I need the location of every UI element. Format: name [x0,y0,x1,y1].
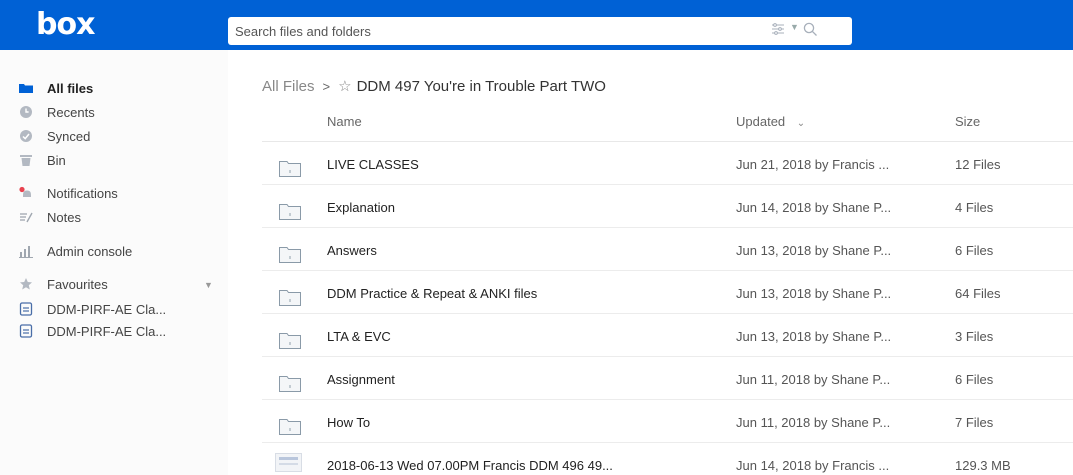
video-thumbnail-icon [275,453,302,472]
item-size: 6 Files [955,372,994,387]
sidebar-item-favourites[interactable]: Favourites [19,273,108,295]
item-name[interactable]: Explanation [327,200,395,215]
item-name[interactable]: LTA & EVC [327,329,391,344]
item-updated: Jun 13, 2018 by Shane P... [736,243,892,258]
sidebar-item-recents[interactable]: Recents [19,101,95,123]
sidebar: All files Recents Synced Bin Notificatio… [0,50,228,475]
folder-icon: ıı [279,376,301,392]
sidebar-item-label: Bin [47,152,66,168]
table-row[interactable]: ıı LIVE CLASSES Jun 21, 2018 by Francis … [262,142,1073,185]
page-title: DDM 497 You're in Trouble Part TWO [356,77,606,95]
table-row[interactable]: ıı Explanation Jun 14, 2018 by Shane P..… [262,185,1073,228]
item-name[interactable]: How To [327,415,370,430]
svg-text:ıı: ıı [289,298,292,304]
table-row[interactable]: 2018-06-13 Wed 07.00PM Francis DDM 496 4… [262,443,1073,475]
bar-chart-icon [19,244,33,258]
table-row[interactable]: ıı DDM Practice & Repeat & ANKI files Ju… [262,271,1073,314]
folder-icon: ıı [279,290,301,306]
breadcrumb: All Files > ☆ DDM 497 You're in Trouble … [262,77,606,96]
search-icon[interactable] [803,22,818,37]
sidebar-item-label: DDM-PIRF-AE Cla... [47,301,167,317]
item-updated: Jun 21, 2018 by Francis ... [736,157,890,172]
sidebar-item-label: Favourites [47,276,108,292]
item-updated: Jun 14, 2018 by Shane P... [736,200,892,215]
document-icon [19,324,33,338]
item-size: 7 Files [955,415,994,430]
trash-icon [19,153,33,167]
item-name[interactable]: DDM Practice & Repeat & ANKI files [327,286,537,301]
sidebar-item-label: DDM-PIRF-AE Cla... [47,323,167,339]
chevron-down-icon[interactable]: ▼ [790,22,799,32]
item-size: 3 Files [955,329,994,344]
svg-text:ıı: ıı [289,169,292,175]
document-icon [19,302,33,316]
sidebar-item-admin-console[interactable]: Admin console [19,240,132,262]
folder-icon: ıı [279,204,301,220]
column-header-size[interactable]: Size [955,114,980,129]
sidebar-item-bin[interactable]: Bin [19,149,66,171]
sidebar-item-label: All files [47,80,94,96]
folder-icon [19,81,33,95]
top-bar: box ▼ [0,0,1073,50]
svg-text:ıı: ıı [289,427,292,433]
item-updated: Jun 13, 2018 by Shane P... [736,286,892,301]
folder-icon: ıı [279,161,301,177]
sidebar-item-notifications[interactable]: Notifications [19,182,118,204]
table-row[interactable]: ıı Assignment Jun 11, 2018 by Shane P...… [262,357,1073,400]
svg-text:ıı: ıı [289,212,292,218]
item-name[interactable]: Answers [327,243,377,258]
breadcrumb-all-files[interactable]: All Files [262,78,315,95]
table-row[interactable]: ıı Answers Jun 13, 2018 by Shane P... 6 … [262,228,1073,271]
table-row[interactable]: ıı How To Jun 11, 2018 by Shane P... 7 F… [262,400,1073,443]
item-size: 129.3 MB [955,458,1011,473]
sidebar-item-label: Synced [47,128,91,144]
search-input[interactable] [228,17,768,45]
item-updated: Jun 13, 2018 by Shane P... [736,329,892,344]
sidebar-item-label: Notifications [47,185,118,201]
sidebar-item-favourite-file[interactable]: DDM-PIRF-AE Cla... [19,320,166,342]
filter-icon[interactable] [771,23,785,35]
item-name[interactable]: LIVE CLASSES [327,157,419,172]
column-header-updated[interactable]: Updated ⌄ [736,114,805,129]
bell-icon [19,186,33,200]
item-updated: Jun 11, 2018 by Shane P... [736,415,891,430]
breadcrumb-separator: > [322,78,331,94]
chevron-down-icon: ⌄ [796,118,806,129]
folder-icon: ıı [279,333,301,349]
notes-icon [19,210,33,224]
item-updated: Jun 14, 2018 by Francis ... [736,458,890,473]
sidebar-item-label: Recents [47,104,95,120]
item-size: 64 Files [955,286,1001,301]
sidebar-item-label: Admin console [47,243,133,259]
item-size: 4 Files [955,200,994,215]
svg-text:ıı: ıı [289,384,292,390]
item-name[interactable]: 2018-06-13 Wed 07.00PM Francis DDM 496 4… [327,458,613,473]
item-updated: Jun 11, 2018 by Shane P... [736,372,891,387]
star-icon [19,277,33,291]
chevron-down-icon[interactable]: ▼ [204,280,213,290]
sidebar-item-all-files[interactable]: All files [19,77,93,99]
item-name[interactable]: Assignment [327,372,395,387]
sidebar-item-label: Notes [47,209,81,225]
column-header-name[interactable]: Name [327,114,362,129]
sidebar-item-favourite-file[interactable]: DDM-PIRF-AE Cla... [19,298,166,320]
star-icon[interactable]: ☆ [338,77,351,95]
clock-icon [19,105,33,119]
box-logo[interactable]: box [36,7,95,42]
sidebar-item-synced[interactable]: Synced [19,125,90,147]
svg-text:ıı: ıı [289,255,292,261]
sidebar-item-notes[interactable]: Notes [19,206,81,228]
item-size: 6 Files [955,243,994,258]
folder-icon: ıı [279,419,301,435]
svg-text:ıı: ıı [289,341,292,347]
search-box[interactable] [228,17,852,45]
column-header-label: Updated [736,114,786,129]
table-row[interactable]: ıı LTA & EVC Jun 13, 2018 by Shane P... … [262,314,1073,357]
item-size: 12 Files [955,157,1001,172]
folder-icon: ıı [279,247,301,263]
sync-icon [19,129,33,143]
